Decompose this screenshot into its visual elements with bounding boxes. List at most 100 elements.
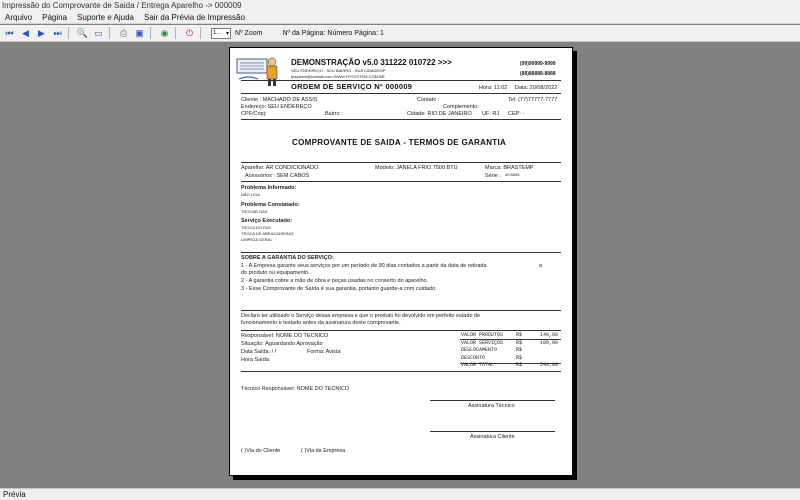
via-cliente: ( )Via do Cliente	[241, 448, 281, 454]
via-empresa: ( )Via da Empresa	[301, 448, 346, 454]
document-page: DEMONSTRAÇÃO v5.0 311222 010722 >>> SEU …	[229, 47, 573, 476]
bairro: Bairro :	[325, 111, 343, 117]
servico-2: TROCA DE ABRACADEIRAS	[241, 231, 294, 236]
toolbar-separator	[68, 27, 69, 39]
divider	[241, 93, 561, 94]
prev-page-icon[interactable]: ◀	[19, 27, 32, 39]
telefone: Tel: (77)77777-7777	[508, 97, 558, 103]
toolbar-separator	[109, 27, 110, 39]
divider	[241, 252, 561, 253]
menu-bar: Arquivo Página Suporte e Ajuda Sair da P…	[0, 12, 800, 24]
signature-line-tecnico	[430, 400, 555, 401]
total-currency: R$	[516, 354, 523, 361]
situacao: Situação: Aguardando Aprovação	[241, 341, 323, 347]
divider	[241, 162, 561, 163]
garantia-3: 3 - Esse Comprovante de Saída é sua gara…	[241, 286, 437, 292]
uf: UF: RJ	[482, 111, 500, 117]
total-label: DESCONTO	[461, 354, 486, 361]
total-label: DESLOCAMENTO	[461, 347, 498, 353]
marca: Marca: BRASTEMP	[485, 165, 534, 171]
garantia-1: 1 - A Empresa garante seus serviços por …	[241, 263, 487, 269]
serie: Série :	[485, 173, 501, 179]
total-label: VALOR SERVIÇOS	[461, 339, 504, 346]
total-currency: R$	[516, 332, 523, 338]
total-value: 100,00	[539, 339, 558, 346]
zoom-select[interactable]: 1... ▾	[211, 27, 231, 39]
page-number-label: Nº da Página: Número Página: 1	[282, 29, 384, 37]
data: Data: 20/08/2022	[515, 85, 558, 91]
servico-1: TROCA DO FAS	[241, 225, 271, 230]
exit-icon[interactable]: ⏻	[183, 27, 196, 39]
divider	[241, 371, 561, 372]
comprovante-title: COMPROVANTE DE SAIDA - TERMOS DE GARANTI…	[292, 138, 507, 147]
zoom-value: 1...	[213, 30, 222, 36]
divider	[241, 80, 561, 81]
cep: CEP: -	[508, 111, 525, 117]
servico-3: LIMPEZA GERAL	[241, 237, 273, 242]
first-page-icon[interactable]: ⏮	[3, 27, 16, 39]
total-value: 140,00	[539, 332, 558, 338]
page-view-icon[interactable]: ▭	[92, 27, 105, 39]
phone-2: (88)88888-8888	[520, 71, 556, 77]
company-name: DEMONSTRAÇÃO v5.0 311222 010722 >>>	[291, 58, 452, 67]
os-title: ORDEM DE SERVIÇO Nº 000009	[291, 82, 413, 91]
divider	[241, 181, 561, 182]
toolbar: ⏮ ◀ ▶ ⏭ 🔍 ▭ ⎙ ▣ ◉ ⏻ 1... ▾ Nº Zoom Nº da …	[0, 25, 800, 42]
total-currency: R$	[516, 347, 523, 353]
endereco: Endereço: SEU ENDEREÇO	[241, 104, 312, 110]
status-bar: Prévia	[0, 488, 800, 500]
company-web: fpsystem@hotmail.com WWW.FPSYSTEM.COM.BR	[291, 74, 385, 79]
declaracao-1: Declaro ter utilizado o Serviço dessa em…	[241, 313, 481, 319]
window-title: Impressão do Comprovante de Saida / Entr…	[0, 0, 800, 12]
garantia-1b: a	[539, 263, 543, 269]
menu-suporte[interactable]: Suporte e Ajuda	[72, 13, 139, 22]
cpf: CPF/Cnpj:	[241, 111, 267, 117]
divider	[241, 330, 561, 331]
acessorios: Acessórios : SEM CABOS	[245, 173, 310, 179]
servico-label: Serviço Executado:	[241, 218, 293, 224]
responsavel: Responsável: NOME DO TECNICO	[241, 333, 329, 339]
toolbar-separator	[200, 27, 201, 39]
divider	[241, 119, 561, 120]
cidade: Cidade: RIO DE JANEIRO	[407, 111, 472, 117]
menu-pagina[interactable]: Página	[37, 13, 72, 22]
garantia-1c: do produto ou equipamento.	[241, 270, 310, 276]
divider	[241, 310, 561, 311]
menu-arquivo[interactable]: Arquivo	[0, 13, 37, 22]
next-page-icon[interactable]: ▶	[35, 27, 48, 39]
divider	[460, 339, 561, 340]
company-logo	[236, 53, 280, 87]
garantia-label: SOBRE A GARANTIA DO SERVIÇO:	[241, 255, 334, 261]
problema-informado: NÃO LIGA	[241, 192, 260, 197]
cliente: Cliente : MACHADO DE ASSIS	[241, 97, 318, 103]
assinatura-cliente: Assinatura Cliente	[470, 434, 515, 440]
contato: Contato :	[417, 97, 440, 103]
problema-constatado-label: Problema Constatado:	[241, 202, 300, 208]
toolbar-separator	[175, 27, 176, 39]
assinatura-tecnico: Assinatura Técnico	[468, 403, 515, 409]
signature-line-cliente	[430, 431, 555, 432]
print-icon[interactable]: ⎙	[117, 27, 130, 39]
menu-sair[interactable]: Sair da Prévia de Impressão	[139, 13, 250, 22]
total-currency: R$	[516, 339, 523, 346]
hora: Hora: 11:02	[479, 85, 508, 91]
divider	[460, 363, 561, 364]
complemento: Complemento:	[443, 104, 479, 110]
tecnico-responsavel: Técnico Responsável: NOME DO TECNICO	[241, 386, 350, 392]
company-address: SEU ENDEREÇO - SEU BAIRRO - SUA CIDADE/S…	[291, 68, 386, 73]
forma-pagamento: Forma: Avista	[307, 349, 341, 355]
save-icon[interactable]: ▣	[133, 27, 146, 39]
modelo: Modelo: JANELA FRIO 7500 BTU	[375, 165, 458, 171]
data-saida: Data Saída: / /	[241, 349, 277, 355]
phone-1: (99)99999-9999	[520, 61, 556, 67]
web-icon[interactable]: ◉	[158, 27, 171, 39]
zoom-icon[interactable]: 🔍	[76, 27, 89, 39]
zoom-label: Nº Zoom	[235, 29, 263, 37]
garantia-2: 2 - A garantia cobre a mão de obra e peç…	[241, 278, 429, 284]
last-page-icon[interactable]: ⏭	[51, 27, 64, 39]
toolbar-separator	[150, 27, 151, 39]
declaracao-2: funcionamento e testado antes da assinat…	[241, 320, 401, 326]
chevron-down-icon: ▾	[225, 30, 229, 37]
problema-informado-label: Problema Informado:	[241, 185, 297, 191]
serie-value: 40.8846	[505, 172, 520, 177]
